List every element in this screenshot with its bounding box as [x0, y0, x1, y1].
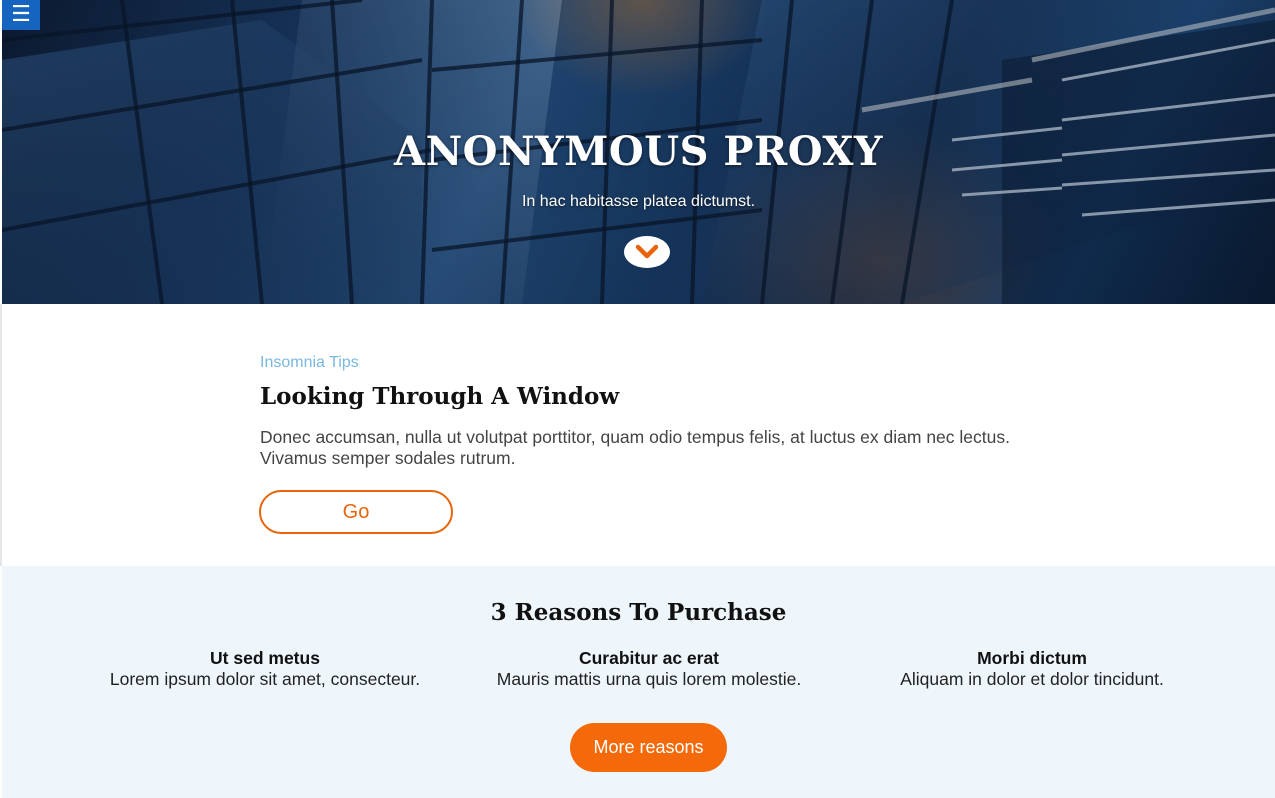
- scroll-down-button[interactable]: [624, 236, 670, 268]
- page-edge-divider: [0, 304, 2, 566]
- reason-item: Ut sed metus Lorem ipsum dolor sit amet,…: [65, 648, 465, 690]
- article-body: Donec accumsan, nulla ut volutpat portti…: [260, 427, 1010, 468]
- menu-button[interactable]: ☰: [2, 0, 40, 30]
- hero-title: ANONYMOUS PROXY: [394, 128, 883, 175]
- reasons-heading: 3 Reasons To Purchase: [490, 599, 787, 626]
- article-title: Looking Through A Window: [260, 383, 620, 410]
- reason-title: Ut sed metus: [210, 648, 320, 668]
- more-reasons-button[interactable]: More reasons: [570, 723, 727, 772]
- reason-item: Morbi dictum Aliquam in dolor et dolor t…: [832, 648, 1232, 690]
- reason-title: Morbi dictum: [977, 648, 1087, 668]
- reason-item: Curabitur ac erat Mauris mattis urna qui…: [449, 648, 849, 690]
- hamburger-icon: ☰: [11, 2, 31, 27]
- reason-text: Aliquam in dolor et dolor tincidunt.: [900, 669, 1164, 689]
- reason-title: Curabitur ac erat: [578, 648, 720, 668]
- chevron-down-icon: [635, 244, 659, 259]
- reasons-section: 3 Reasons To Purchase Ut sed metus Lorem…: [2, 566, 1275, 798]
- hero-subtitle: In hac habitasse platea dictumst.: [521, 193, 756, 210]
- go-button[interactable]: Go: [259, 490, 453, 534]
- hero-banner: ANONYMOUS PROXY In hac habitasse platea …: [2, 0, 1275, 304]
- article-category[interactable]: Insomnia Tips: [260, 354, 359, 372]
- reason-text: Mauris mattis urna quis lorem molestie.: [496, 669, 802, 689]
- reason-text: Lorem ipsum dolor sit amet, consecteur.: [109, 669, 421, 689]
